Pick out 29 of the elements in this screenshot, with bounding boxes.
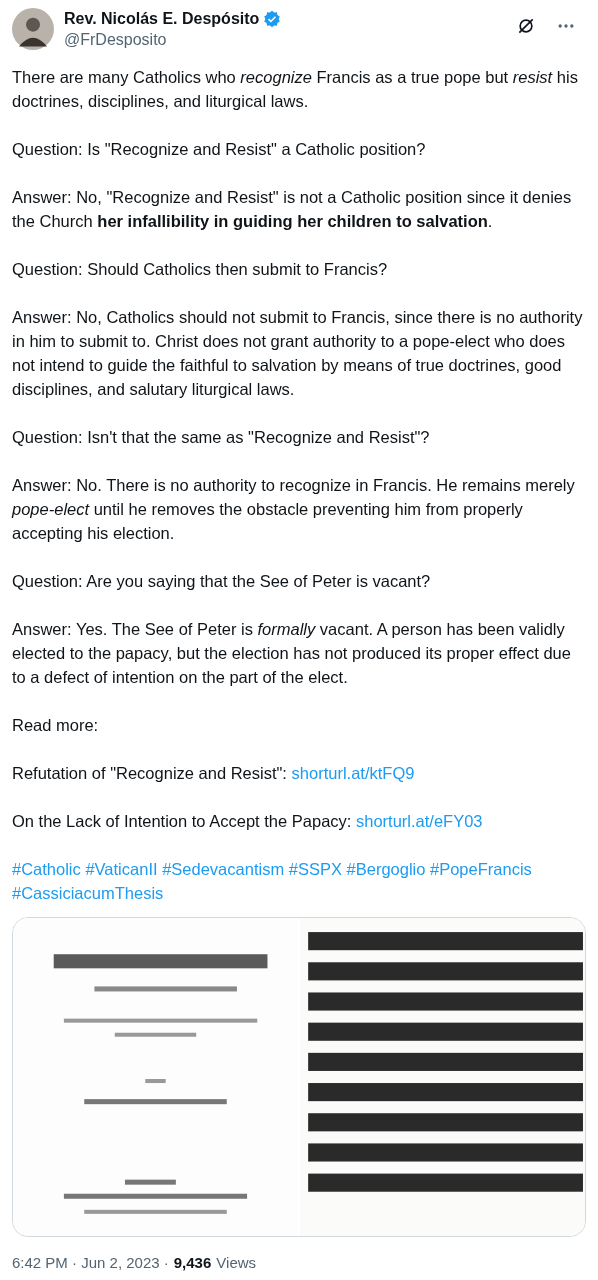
tweet-paragraph: Read more: (12, 715, 100, 736)
views-count: 9,436 (173, 1253, 212, 1273)
tweet-paragraph: On the Lack of Intention to Accept the Papacy: shorturl.at/eFY03 (12, 811, 484, 832)
hashtag[interactable]: #Sedevacantism (162, 860, 285, 878)
slashed-circle-icon[interactable] (516, 16, 536, 36)
link[interactable]: shorturl.at/ktFQ9 (291, 764, 415, 782)
tweet-paragraph: Question: Should Catholics then submit to Francis? (12, 259, 389, 280)
tweet-paragraph: Answer: No, Catholics should not submit to Francis, since there is no authority in him to submit to. Christ does not grant authority to a pope-elect who does not intend to guide the faithful to salvation by means of true doctrines, good disciplines, and salutary liturgical laws. (12, 307, 584, 400)
media-card[interactable] (12, 917, 586, 1237)
tweet-paragraph: Refutation of "Recognize and Resist": shorturl.at/ktFQ9 (12, 763, 416, 784)
hashtag[interactable]: #PopeFrancis (430, 860, 532, 878)
timestamp[interactable]: 6:42 PM · Jun 2, 2023 · (12, 1253, 169, 1273)
hashtag[interactable]: #Catholic (12, 860, 81, 878)
author-name[interactable]: Rev. Nicolás E. Despósito (64, 9, 260, 29)
tweet-paragraph: Answer: Yes. The See of Peter is formally vacant. A person has been validly elected to the papacy, but the election has not produced its proper effect due to a defect of intention on the part of the elect. (12, 619, 572, 688)
author-handle[interactable]: @FrDesposito (64, 29, 494, 51)
views-label: Views (216, 1253, 257, 1273)
tweet-paragraph: Question: Is "Recognize and Resist" a Catholic position? (12, 139, 427, 160)
hashtag[interactable]: #CassiciacumThesis (12, 884, 164, 902)
tweet-paragraph: Answer: No. There is no authority to recognize in Francis. He remains merely pope-elect until he removes the obstacle preventing him from properly accepting his election. (12, 475, 576, 544)
hashtag[interactable]: #Bergoglio (346, 860, 426, 878)
tweet-paragraph: Question: Isn't that the same as "Recognize and Resist"? (12, 427, 431, 448)
link[interactable]: shorturl.at/eFY03 (356, 812, 483, 830)
hashtag[interactable]: #VaticanII (85, 860, 158, 878)
avatar[interactable] (12, 8, 54, 50)
tweet-paragraph: Answer: No, "Recognize and Resist" is not a Catholic position since it denies the Church her infallibility in guiding her children to salvation. (12, 187, 573, 232)
tweet-paragraph: There are many Catholics who recognize Francis as a true pope but resist his doctrines, disciplines, and liturgical laws. (12, 67, 579, 112)
tweet-paragraph: Question: Are you saying that the See of Peter is vacant? (12, 571, 432, 592)
hashtag[interactable]: #SSPX (288, 860, 342, 878)
